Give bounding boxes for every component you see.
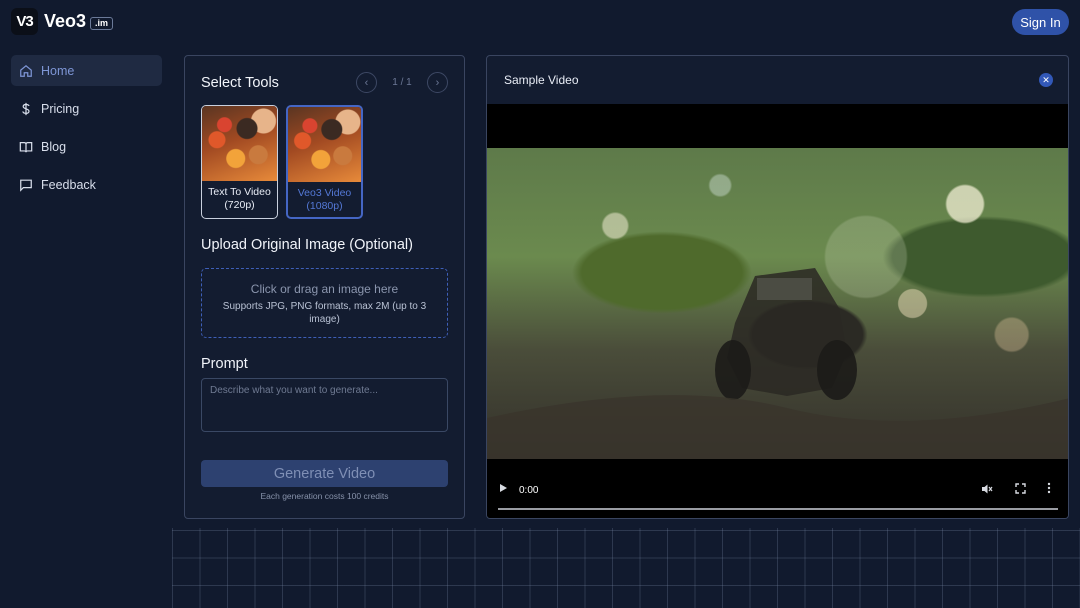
pager-count: 1 / 1 [392,77,412,88]
message-icon [19,178,33,192]
sidebar-item-label: Feedback [41,177,96,192]
cost-note: Each generation costs 100 credits [260,491,389,501]
video-time: 0:00 [519,485,539,496]
fullscreen-icon[interactable] [1015,483,1026,497]
upload-title: Upload Original Image (Optional) [201,237,413,253]
tool-label: Veo3 Video (1080p) [297,187,352,212]
brand-badge: .im [90,17,114,30]
video-frame [487,148,1068,459]
image-upload-dropzone[interactable]: Click or drag an image here Supports JPG… [201,268,448,338]
brand-name: Veo3 [44,11,87,31]
sidebar-item-blog[interactable]: Blog [11,131,162,162]
play-icon[interactable] [500,484,507,492]
sidebar-item-pricing[interactable]: Pricing [11,93,162,124]
sidebar-item-home[interactable]: Home [11,55,162,86]
sample-video-title: Sample Video [504,73,579,87]
tool-thumbnail [202,106,277,181]
book-icon [19,140,33,154]
upload-sub-text: Supports JPG, PNG formats, max 2M (up to… [222,301,427,325]
tool-thumbnail [288,107,361,182]
home-icon [19,64,33,78]
tools-pager: ‹ 1 / 1 › [356,72,448,93]
tools-panel: Select Tools ‹ 1 / 1 › Text To Video (72… [184,55,465,519]
video-progress-bar[interactable] [498,508,1058,510]
logo-mark: V3 [11,8,38,35]
sidebar: Home Pricing Blog Feedback [11,55,162,207]
select-tools-title: Select Tools [201,75,279,91]
dollar-icon [19,102,33,116]
logo[interactable]: V3 Veo3 .im [11,8,114,35]
vehicle-silhouette [487,268,1068,459]
tool-card-text-to-video[interactable]: Text To Video (720p) [201,105,278,219]
sidebar-item-label: Pricing [41,101,80,116]
sidebar-item-feedback[interactable]: Feedback [11,169,162,200]
chevron-left-icon[interactable]: ‹ [356,72,377,93]
background-grid [172,528,1080,608]
upload-main-text: Click or drag an image here [250,282,399,296]
tool-label: Text To Video (720p) [208,186,271,211]
prompt-input[interactable] [201,378,448,432]
sample-video-panel: Sample Video ✕ 0:00 [486,55,1069,519]
video-controls: 0:00 [487,478,1068,518]
close-icon[interactable]: ✕ [1039,73,1053,87]
sidebar-item-label: Home [41,63,75,78]
mute-icon[interactable] [981,483,993,498]
video-player[interactable]: 0:00 [487,104,1068,518]
generate-video-button[interactable]: Generate Video [201,460,448,487]
chevron-right-icon[interactable]: › [427,72,448,93]
sign-in-button[interactable]: Sign In [1012,9,1069,35]
more-options-icon[interactable] [1047,482,1051,497]
prompt-title: Prompt [201,356,248,372]
sidebar-item-label: Blog [41,139,67,154]
tool-card-veo3-video[interactable]: Veo3 Video (1080p) [286,105,363,219]
